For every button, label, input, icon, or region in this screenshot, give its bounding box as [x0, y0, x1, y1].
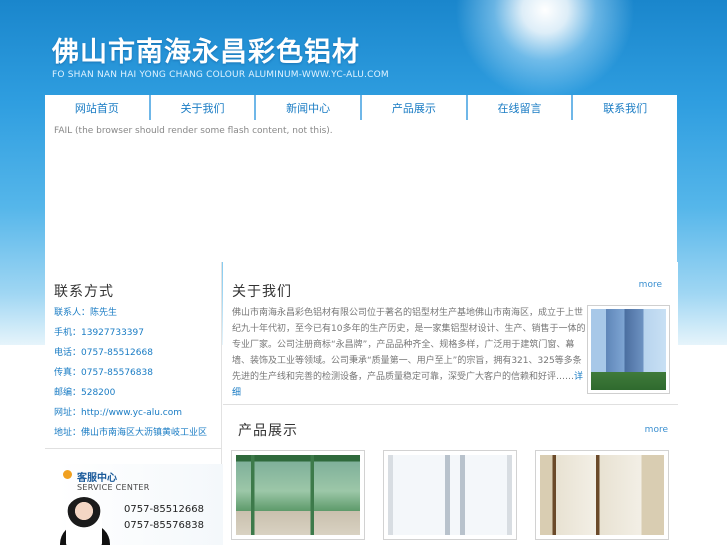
product-window-image[interactable] — [236, 455, 360, 535]
about-more-link[interactable]: more — [639, 280, 662, 290]
about-text: 佛山市南海永昌彩色铝材有限公司位于著名的铝型材生产基地佛山市南海区，成立于上世纪… — [232, 305, 587, 401]
office-building-image — [591, 309, 666, 390]
flash-fallback-text: FAIL (the browser should render some fla… — [54, 126, 333, 136]
service-subtitle: SERVICE CENTER — [77, 483, 150, 492]
contact-phone: 电话：0757-85512668 — [54, 348, 153, 358]
about-paragraph: 佛山市南海永昌彩色铝材有限公司位于著名的铝型材生产基地佛山市南海区，成立于上世纪… — [232, 308, 586, 382]
nav-item-home[interactable]: 网站首页 — [45, 95, 151, 120]
contact-heading: 联系方式 — [54, 284, 114, 300]
contact-zip: 邮编：528200 — [54, 388, 116, 398]
service-center-banner: 客服中心 SERVICE CENTER 0757-85512668 0757-8… — [58, 464, 223, 545]
service-title: 客服中心 — [77, 473, 117, 484]
product-card[interactable] — [231, 450, 365, 540]
service-phone-2: 0757-85576838 — [124, 520, 204, 531]
nav-item-news[interactable]: 新闻中心 — [256, 95, 363, 120]
contact-website-link[interactable]: 网址：http://www.yc-alu.com — [54, 407, 207, 427]
main-nav: 网站首页 关于我们 新闻中心 产品展示 在线留言 联系我们 — [45, 95, 677, 120]
contact-mobile: 手机：13927733397 — [54, 328, 144, 338]
nav-item-message[interactable]: 在线留言 — [468, 95, 574, 120]
flash-banner: FAIL (the browser should render some fla… — [45, 120, 677, 262]
about-heading: 关于我们 — [232, 284, 292, 300]
left-sidebar: 联系方式 联系人：陈先生 手机：13927733397 电话：0757-8551… — [45, 262, 223, 545]
products-more-link[interactable]: more — [645, 425, 668, 435]
service-agent-icon — [66, 497, 102, 545]
product-door-image[interactable] — [388, 455, 512, 535]
sidebar-divider — [45, 448, 222, 449]
product-card[interactable] — [383, 450, 517, 540]
content-divider — [223, 404, 678, 405]
product-card[interactable] — [535, 450, 669, 540]
contact-list: 联系人：陈先生 手机：13927733397 电话：0757-85512668 … — [54, 307, 207, 447]
site-title: 佛山市南海永昌彩色铝材 — [52, 37, 360, 68]
product-gallery — [231, 450, 678, 545]
contact-address: 地址：佛山市南海区大沥镇黄岐工业区 — [54, 428, 208, 438]
nav-item-contact[interactable]: 联系我们 — [573, 95, 677, 120]
nav-item-about[interactable]: 关于我们 — [151, 95, 257, 120]
products-heading: 产品展示 — [238, 423, 298, 439]
service-badge-icon — [63, 470, 72, 479]
about-company-image — [587, 305, 670, 394]
site-subtitle: FO SHAN NAN HAI YONG CHANG COLOUR ALUMIN… — [52, 70, 389, 80]
product-balcony-image[interactable] — [540, 455, 664, 535]
contact-fax: 传真：0757-85576838 — [54, 368, 153, 378]
site-header: 佛山市南海永昌彩色铝材 FO SHAN NAN HAI YONG CHANG C… — [52, 30, 389, 80]
main-content: 关于我们 more 佛山市南海永昌彩色铝材有限公司位于著名的铝型材生产基地佛山市… — [223, 262, 678, 545]
contact-person: 联系人：陈先生 — [54, 308, 118, 318]
nav-item-products[interactable]: 产品展示 — [362, 95, 468, 120]
service-phone-1: 0757-85512668 — [124, 504, 204, 515]
